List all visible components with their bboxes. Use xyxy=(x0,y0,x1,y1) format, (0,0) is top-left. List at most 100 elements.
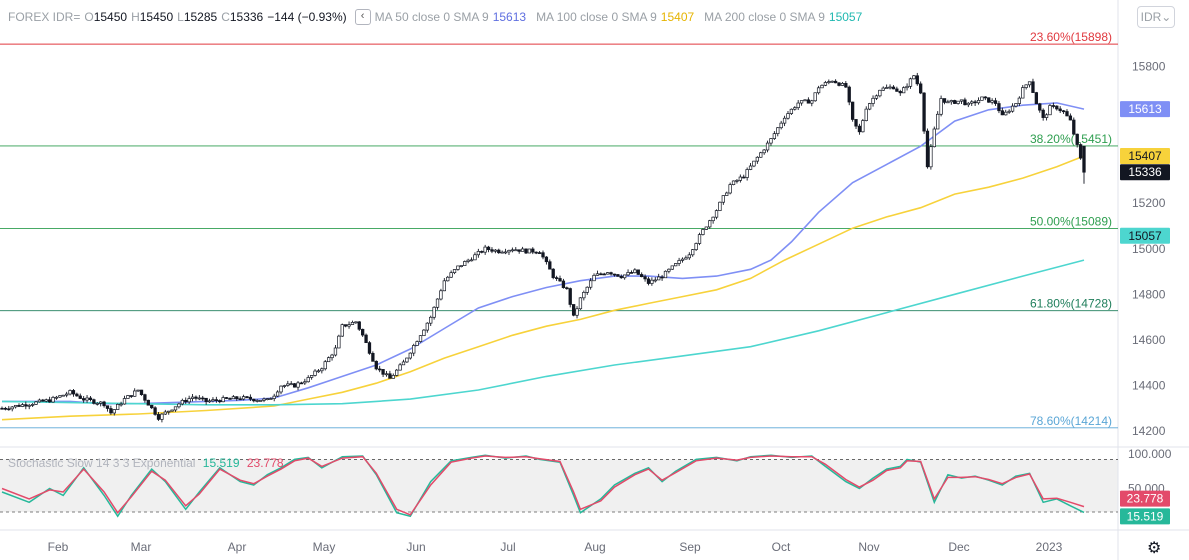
candle-body xyxy=(830,80,834,83)
candle-body xyxy=(1078,144,1083,159)
candle-body xyxy=(71,390,76,395)
candle-body xyxy=(537,252,542,254)
candle-body xyxy=(150,404,154,409)
candle-body xyxy=(963,99,967,106)
candle-body xyxy=(623,274,627,279)
candle-body xyxy=(221,397,225,403)
candle-body xyxy=(330,354,334,359)
candle-body xyxy=(418,335,423,342)
price-tag-text: 15336 xyxy=(1128,165,1162,179)
candle-body xyxy=(1072,119,1076,135)
candle-body xyxy=(61,394,65,397)
candle-body xyxy=(660,276,664,279)
time-tick-label: 2023 xyxy=(1036,540,1063,554)
candle-body xyxy=(813,92,817,102)
candle-body xyxy=(37,399,42,403)
candle-body xyxy=(850,101,855,120)
ma50-value: 15613 xyxy=(492,10,527,24)
candle-body xyxy=(398,364,402,371)
candle-body xyxy=(520,248,525,252)
candle-body xyxy=(333,347,338,356)
candle-body xyxy=(146,399,150,406)
symbol-select-label: IDR xyxy=(1140,10,1162,24)
gear-icon[interactable]: ⚙ xyxy=(1147,538,1161,558)
chevron-left-icon[interactable]: ‹ xyxy=(354,9,371,25)
price-tick-label: 14200 xyxy=(1132,424,1166,438)
candle-body xyxy=(235,396,239,400)
candle-body xyxy=(1065,111,1069,117)
price-tick-label: 15800 xyxy=(1132,59,1166,73)
candle-body xyxy=(167,410,171,413)
candle-body xyxy=(92,399,96,404)
candle-body xyxy=(102,401,106,407)
candle-body xyxy=(966,102,970,106)
candle-body xyxy=(827,81,831,84)
candle-body xyxy=(725,192,729,196)
candle-body xyxy=(3,407,8,410)
candle-body xyxy=(374,360,378,370)
time-tick-label: Feb xyxy=(48,540,69,554)
candle-body xyxy=(7,408,11,411)
candle-body xyxy=(888,86,892,89)
ma200-value: 15057 xyxy=(828,10,863,24)
candle-body xyxy=(789,108,794,114)
candle-body xyxy=(908,78,913,87)
ma100-label: MA 100 close 0 SMA 9 xyxy=(536,10,657,24)
symbol-select[interactable]: IDR⌄ xyxy=(1137,6,1175,28)
candle-body xyxy=(653,279,657,282)
candle-body xyxy=(1048,105,1052,116)
candle-body xyxy=(422,329,426,337)
change-value: −144 (−0.93%) xyxy=(267,10,347,24)
candle-body xyxy=(578,297,583,310)
candle-body xyxy=(796,102,800,109)
candle-body xyxy=(265,398,270,400)
candle-body xyxy=(854,119,858,127)
price-tick-label: 14800 xyxy=(1132,287,1166,301)
candle-body xyxy=(153,407,157,415)
candle-body xyxy=(823,82,828,86)
candle-body xyxy=(1000,110,1004,116)
candle-body xyxy=(0,407,4,410)
candle-body xyxy=(214,399,219,401)
time-tick-label: Jul xyxy=(500,540,515,554)
candle-body xyxy=(833,80,838,84)
fib-level-label: 23.60%(15898) xyxy=(1030,30,1112,44)
low-value: 15285 xyxy=(183,10,218,24)
candle-body xyxy=(929,146,933,168)
candle-body xyxy=(47,399,52,403)
candle-body xyxy=(612,273,617,276)
candle-body xyxy=(306,377,310,383)
candle-body xyxy=(956,100,960,104)
candle-body xyxy=(680,258,685,261)
candle-body xyxy=(704,226,708,230)
candle-body xyxy=(473,254,477,261)
candle-body xyxy=(68,390,72,395)
candle-body xyxy=(864,108,868,121)
candle-body xyxy=(303,381,307,384)
ma50-label: MA 50 close 0 SMA 9 xyxy=(374,10,489,24)
fib-level-label: 38.20%(15451) xyxy=(1030,132,1112,146)
candle-body xyxy=(139,389,144,395)
candle-body xyxy=(517,249,521,252)
candle-body xyxy=(350,321,355,325)
candle-body xyxy=(17,404,21,407)
candle-body xyxy=(1055,105,1059,110)
candle-body xyxy=(1038,103,1042,111)
candle-body xyxy=(486,246,491,251)
candle-body xyxy=(442,280,446,292)
candle-body xyxy=(844,83,848,88)
candle-body xyxy=(745,169,749,178)
candle-body xyxy=(258,400,263,402)
stochastic-header: Stochastic Slow 14 3 3 Exponential 15.51… xyxy=(8,456,284,470)
candle-body xyxy=(299,382,304,385)
chart-canvas[interactable]: 23.60%(15898) 38.20%(15451) 50.00%(15089) 6… xyxy=(0,0,1189,560)
candle-body xyxy=(197,397,201,400)
candle-body xyxy=(595,273,600,276)
candle-body xyxy=(711,216,715,222)
candle-body xyxy=(497,249,501,254)
candle-body xyxy=(364,334,368,344)
candle-body xyxy=(541,252,545,258)
candle-body xyxy=(568,288,572,305)
candle-body xyxy=(1044,114,1049,118)
candle-body xyxy=(435,298,440,308)
